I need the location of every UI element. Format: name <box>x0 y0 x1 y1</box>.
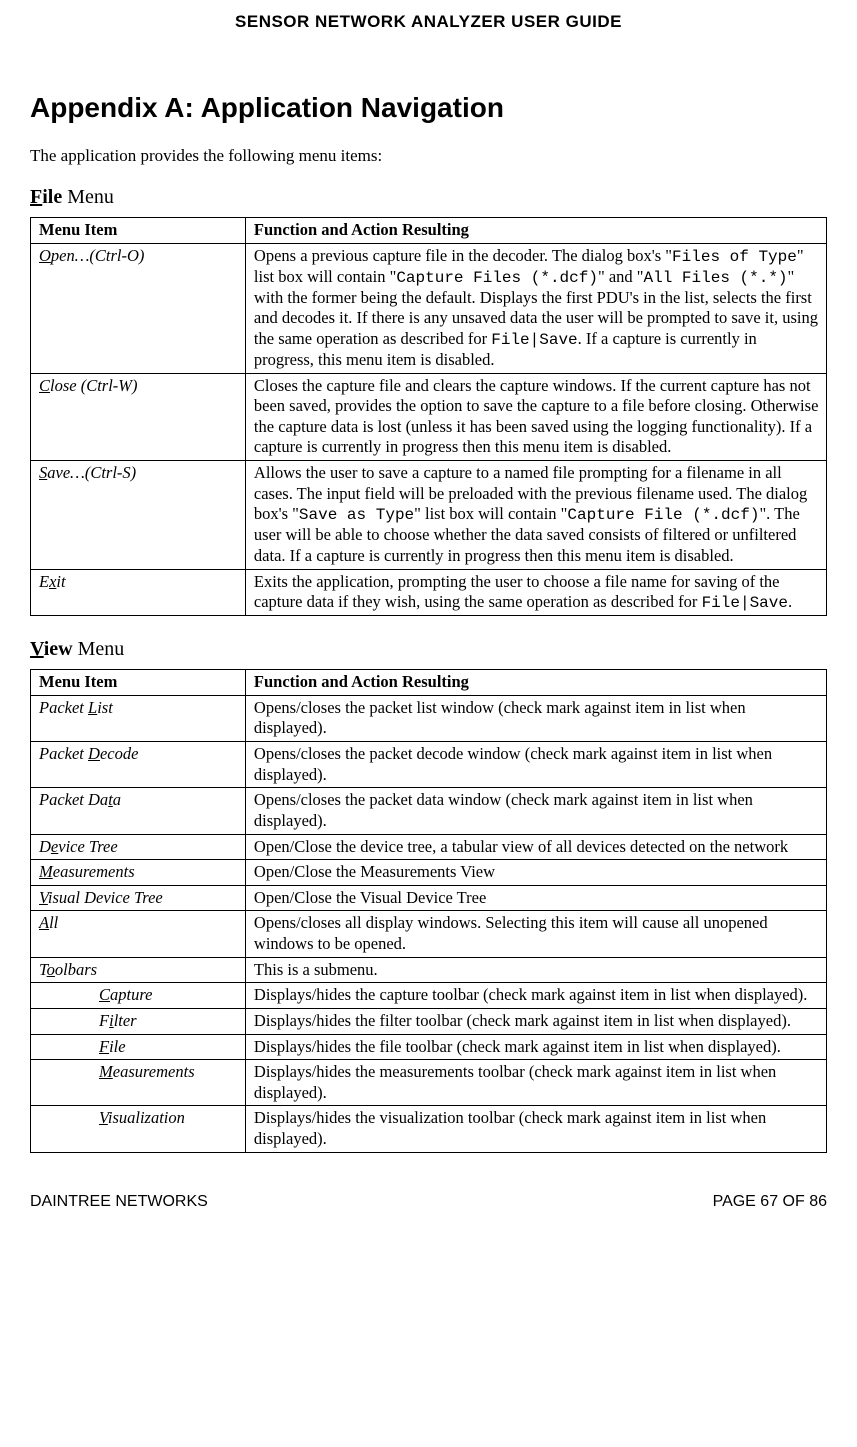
menu-item-cell: Save…(Ctrl-S) <box>31 461 246 570</box>
menu-desc-cell: Allows the user to save a capture to a n… <box>245 461 826 570</box>
table-row: Packet DecodeOpens/closes the packet dec… <box>31 742 827 788</box>
menu-item-cell: File <box>31 1034 246 1060</box>
menu-desc-cell: Closes the capture file and clears the c… <box>245 373 826 461</box>
table-row: FileDisplays/hides the file toolbar (che… <box>31 1034 827 1060</box>
menu-desc-cell: Open/Close the device tree, a tabular vi… <box>245 834 826 860</box>
menu-desc-cell: Exits the application, prompting the use… <box>245 569 826 616</box>
column-header-item: Menu Item <box>31 218 246 244</box>
menu-desc-cell: Opens/closes the packet list window (che… <box>245 695 826 741</box>
footer-right: PAGE 67 OF 86 <box>713 1193 827 1211</box>
column-header-desc: Function and Action Resulting <box>245 670 826 696</box>
menu-item-cell: Packet Decode <box>31 742 246 788</box>
menu-item-cell: Measurements <box>31 860 246 886</box>
menu-item-cell: Close (Ctrl-W) <box>31 373 246 461</box>
menu-item-cell: Packet Data <box>31 788 246 834</box>
menu-item-cell: Open…(Ctrl-O) <box>31 243 246 373</box>
menu-desc-cell: Displays/hides the file toolbar (check m… <box>245 1034 826 1060</box>
menu-desc-cell: Open/Close the Measurements View <box>245 860 826 886</box>
menu-desc-cell: Opens/closes the packet data window (che… <box>245 788 826 834</box>
file-menu-heading: File Menu <box>30 186 827 209</box>
menu-desc-cell: Opens/closes all display windows. Select… <box>245 911 826 957</box>
menu-item-cell: Toolbars <box>31 957 246 983</box>
menu-item-cell: Packet List <box>31 695 246 741</box>
menu-desc-cell: This is a submenu. <box>245 957 826 983</box>
view-menu-heading: View Menu <box>30 638 827 661</box>
menu-desc-cell: Opens a previous capture file in the dec… <box>245 243 826 373</box>
menu-item-cell: Exit <box>31 569 246 616</box>
document-header: SENSOR NETWORK ANALYZER USER GUIDE <box>30 12 827 32</box>
table-row: Save…(Ctrl-S)Allows the user to save a c… <box>31 461 827 570</box>
table-row: Packet DataOpens/closes the packet data … <box>31 788 827 834</box>
page-footer: DAINTREE NETWORKS PAGE 67 OF 86 <box>30 1193 827 1211</box>
column-header-item: Menu Item <box>31 670 246 696</box>
table-row: AllOpens/closes all display windows. Sel… <box>31 911 827 957</box>
menu-desc-cell: Displays/hides the filter toolbar (check… <box>245 1008 826 1034</box>
menu-item-cell: All <box>31 911 246 957</box>
table-row: ExitExits the application, prompting the… <box>31 569 827 616</box>
table-row: VisualizationDisplays/hides the visualiz… <box>31 1106 827 1152</box>
menu-desc-cell: Displays/hides the capture toolbar (chec… <box>245 983 826 1009</box>
menu-desc-cell: Opens/closes the packet decode window (c… <box>245 742 826 788</box>
menu-item-cell: Capture <box>31 983 246 1009</box>
menu-item-cell: Filter <box>31 1008 246 1034</box>
menu-item-cell: Visualization <box>31 1106 246 1152</box>
menu-item-cell: Device Tree <box>31 834 246 860</box>
column-header-desc: Function and Action Resulting <box>245 218 826 244</box>
table-row: Device TreeOpen/Close the device tree, a… <box>31 834 827 860</box>
table-row: MeasurementsOpen/Close the Measurements … <box>31 860 827 886</box>
table-row: MeasurementsDisplays/hides the measureme… <box>31 1060 827 1106</box>
page-title: Appendix A: Application Navigation <box>30 92 827 124</box>
footer-left: DAINTREE NETWORKS <box>30 1193 208 1211</box>
table-row: Packet ListOpens/closes the packet list … <box>31 695 827 741</box>
menu-desc-cell: Displays/hides the visualization toolbar… <box>245 1106 826 1152</box>
menu-desc-cell: Displays/hides the measurements toolbar … <box>245 1060 826 1106</box>
table-row: ToolbarsThis is a submenu. <box>31 957 827 983</box>
table-row: Visual Device TreeOpen/Close the Visual … <box>31 885 827 911</box>
intro-text: The application provides the following m… <box>30 146 827 166</box>
menu-item-cell: Measurements <box>31 1060 246 1106</box>
table-row: CaptureDisplays/hides the capture toolba… <box>31 983 827 1009</box>
table-row: FilterDisplays/hides the filter toolbar … <box>31 1008 827 1034</box>
table-row: Open…(Ctrl-O)Opens a previous capture fi… <box>31 243 827 373</box>
table-row: Close (Ctrl-W)Closes the capture file an… <box>31 373 827 461</box>
menu-item-cell: Visual Device Tree <box>31 885 246 911</box>
file-menu-table: Menu Item Function and Action Resulting … <box>30 217 827 616</box>
view-menu-table: Menu Item Function and Action Resulting … <box>30 669 827 1153</box>
menu-desc-cell: Open/Close the Visual Device Tree <box>245 885 826 911</box>
